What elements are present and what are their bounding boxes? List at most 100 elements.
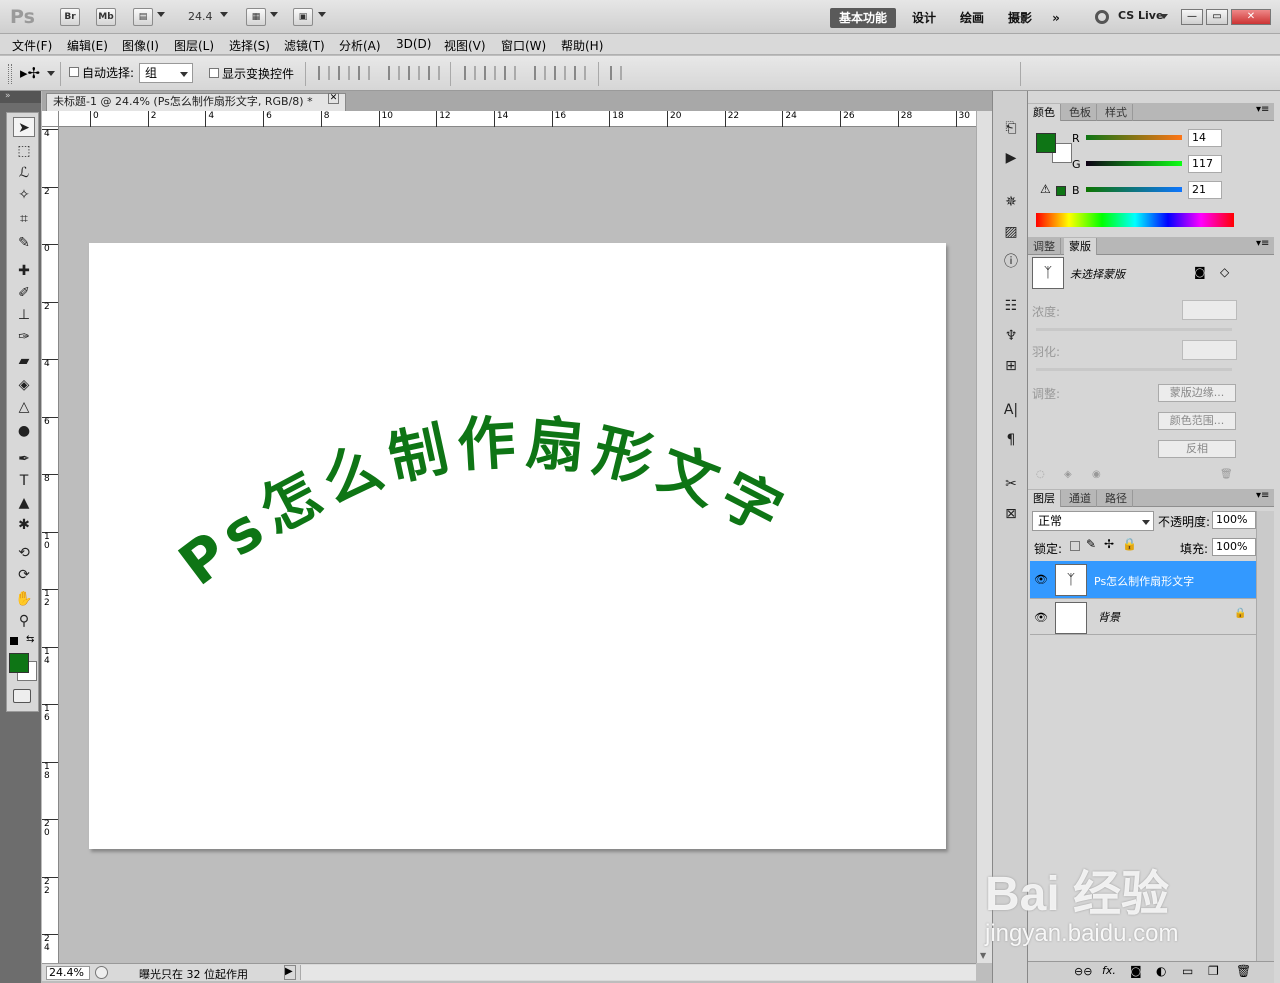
menu-filter[interactable]: 滤镜(T) <box>284 37 325 54</box>
tab-adjustments[interactable]: 调整 <box>1028 238 1061 255</box>
path-selection-tool-icon[interactable]: ▲ <box>13 493 35 513</box>
swap-colors-icon[interactable]: ⇆ <box>26 634 34 645</box>
status-zoom-field[interactable]: 24.4% <box>46 966 90 980</box>
chevron-down-icon[interactable] <box>157 12 165 17</box>
close-tab-icon[interactable]: ✕ <box>328 93 339 104</box>
chevron-down-icon[interactable] <box>220 12 228 17</box>
close-button[interactable]: ✕ <box>1231 9 1271 25</box>
brush-tool-icon[interactable]: ✐ <box>13 283 35 303</box>
menu-help[interactable]: 帮助(H) <box>561 37 603 54</box>
clone-stamp-tool-icon[interactable]: ⊥ <box>13 305 35 325</box>
blur-tool-icon[interactable]: △ <box>13 397 35 417</box>
status-menu-arrow-icon[interactable]: ▶ <box>284 965 296 980</box>
minibridge-button[interactable]: Mb <box>96 8 116 26</box>
distribute-hcenter-icon[interactable] <box>554 66 566 80</box>
cslive-menu[interactable]: CS Live <box>1118 9 1163 22</box>
eyedropper-tool-icon[interactable]: ✎ <box>13 233 35 253</box>
menu-file[interactable]: 文件(F) <box>12 37 52 54</box>
density-input[interactable] <box>1182 300 1237 320</box>
foreground-color-swatch[interactable] <box>9 653 29 673</box>
menu-analysis[interactable]: 分析(A) <box>339 37 381 54</box>
layer-name[interactable]: Ps怎么制作扇形文字 <box>1094 573 1194 589</box>
hand-tool-icon[interactable]: ✋ <box>13 589 35 609</box>
status-info-icon[interactable] <box>95 966 108 979</box>
lock-pixels-icon[interactable]: ✎ <box>1086 537 1096 551</box>
dodge-tool-icon[interactable]: ● <box>13 421 35 441</box>
tab-color[interactable]: 颜色 <box>1028 104 1061 121</box>
mask-load-selection-icon[interactable]: ◌ <box>1036 469 1045 480</box>
layer-style-icon[interactable]: fx. <box>1102 964 1116 977</box>
g-slider[interactable] <box>1086 161 1182 166</box>
panel-menu-icon[interactable]: ▾≡ <box>1256 104 1269 115</box>
align-right-icon[interactable] <box>428 66 440 80</box>
clone-source-icon[interactable]: ♆ <box>1001 327 1021 345</box>
add-mask-icon[interactable]: ◙ <box>1130 964 1142 978</box>
menu-3d[interactable]: 3D(D) <box>396 37 431 51</box>
mask-edge-button[interactable]: 蒙版边缘... <box>1158 384 1236 402</box>
cslive-icon[interactable] <box>1095 10 1109 24</box>
density-slider[interactable] <box>1036 328 1232 331</box>
show-transform-checkbox[interactable] <box>209 68 219 78</box>
r-slider[interactable] <box>1086 135 1182 140</box>
color-range-button[interactable]: 颜色范围... <box>1158 412 1236 430</box>
align-top-icon[interactable] <box>318 66 330 80</box>
mask-disable-icon[interactable]: ◉ <box>1092 469 1101 480</box>
color-fg-swatch[interactable] <box>1036 133 1056 153</box>
measurement-icon[interactable]: ⊠ <box>1001 505 1021 523</box>
mask-apply-icon[interactable]: ◈ <box>1064 469 1072 480</box>
brushes-icon[interactable]: ☷ <box>1001 297 1021 315</box>
marquee-tool-icon[interactable]: ⬚ <box>13 141 35 161</box>
visibility-eye-icon[interactable]: 👁 <box>1034 573 1048 586</box>
tab-layers[interactable]: 图层 <box>1028 490 1061 507</box>
histogram-icon[interactable]: ▨ <box>1001 223 1021 241</box>
b-value-input[interactable]: 21 <box>1188 181 1222 199</box>
align-vcenter-icon[interactable] <box>338 66 350 80</box>
3d-rotate-tool-icon[interactable]: ⟲ <box>13 543 35 563</box>
color-spectrum[interactable] <box>1036 213 1234 227</box>
document-canvas[interactable]: Ps怎么制作扇形文字 <box>89 243 946 849</box>
document-tab[interactable]: 未标题-1 @ 24.4% (Ps怎么制作扇形文字, RGB/8) * <box>46 93 346 111</box>
arc-text-layer[interactable]: Ps怎么制作扇形文字 <box>89 243 946 849</box>
ruler-origin[interactable] <box>42 111 59 127</box>
workspace-design[interactable]: 设计 <box>906 8 942 28</box>
view-extras-icon[interactable]: ▤ <box>133 8 153 26</box>
tab-masks[interactable]: 蒙版 <box>1064 238 1097 255</box>
zoom-level[interactable]: 24.4 <box>188 10 213 23</box>
zoom-tool-icon[interactable]: ⚲ <box>13 611 35 631</box>
layer-row-text[interactable]: 👁 ᛉ Ps怎么制作扇形文字 <box>1030 561 1258 599</box>
paragraph-icon[interactable]: ¶ <box>1001 431 1021 449</box>
tab-styles[interactable]: 样式 <box>1100 104 1133 121</box>
b-slider[interactable] <box>1086 187 1182 192</box>
quick-selection-tool-icon[interactable]: ✧ <box>13 185 35 205</box>
panel-menu-icon[interactable]: ▾≡ <box>1256 238 1269 249</box>
custom-shape-tool-icon[interactable]: ✱ <box>13 515 35 535</box>
move-tool-preset-icon[interactable]: ▸✢ <box>20 64 40 82</box>
chevron-down-icon[interactable] <box>47 71 55 76</box>
character-icon[interactable]: A| <box>1001 401 1021 419</box>
new-group-icon[interactable]: ▭ <box>1182 964 1193 978</box>
type-tool-icon[interactable]: T <box>13 471 35 491</box>
history-brush-tool-icon[interactable]: ✑ <box>13 327 35 347</box>
eraser-tool-icon[interactable]: ▰ <box>13 351 35 371</box>
adjustment-layer-icon[interactable]: ◐ <box>1156 964 1166 978</box>
paint-bucket-tool-icon[interactable]: ◈ <box>13 375 35 395</box>
default-colors-icon[interactable] <box>10 637 18 645</box>
horizontal-scrollbar[interactable] <box>300 965 976 980</box>
history-icon[interactable]: ⎗ <box>1001 119 1021 137</box>
arrange-documents-icon[interactable]: ▦ <box>246 8 266 26</box>
align-left-icon[interactable] <box>388 66 400 80</box>
screen-mode-icon[interactable]: ▣ <box>293 8 313 26</box>
distribute-left-icon[interactable] <box>534 66 546 80</box>
bridge-button[interactable]: Br <box>60 8 80 26</box>
link-layers-icon[interactable]: ⊖⊖ <box>1074 965 1092 978</box>
grip-handle[interactable] <box>8 64 12 84</box>
auto-select-checkbox[interactable] <box>69 67 79 77</box>
pen-tool-icon[interactable]: ✒ <box>13 449 35 469</box>
menu-window[interactable]: 窗口(W) <box>501 37 546 54</box>
add-pixel-mask-icon[interactable]: ◙ <box>1194 265 1206 279</box>
actions-icon[interactable]: ▶ <box>1001 149 1021 167</box>
distribute-right-icon[interactable] <box>574 66 586 80</box>
info-icon[interactable]: ⓘ <box>1001 253 1021 271</box>
panel-menu-icon[interactable]: ▾≡ <box>1256 490 1269 501</box>
layer-row-background[interactable]: 👁 背景 🔒 <box>1030 599 1258 635</box>
